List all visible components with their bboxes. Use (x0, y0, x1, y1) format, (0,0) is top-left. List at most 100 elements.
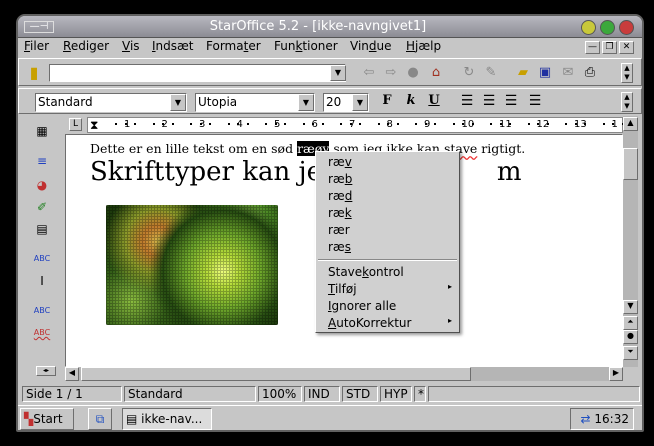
network-icon[interactable]: ⇄ (581, 412, 591, 426)
doc-minimize-button[interactable]: — (585, 41, 600, 54)
align-center-button[interactable]: ☰ (479, 93, 499, 109)
menu-funktioner[interactable]: Funktioner (274, 39, 338, 53)
form-functions-icon[interactable]: ▤ (32, 219, 52, 239)
window-menu-icon[interactable]: —⊣ (24, 21, 54, 33)
vertical-scrollbar[interactable]: ▲ ▼ ⏶ ● ⏷ (623, 116, 638, 367)
reload-icon[interactable]: ↻ (460, 64, 478, 82)
menu-item-stavekontrol[interactable]: Stavekontrol (328, 265, 452, 279)
menu-item-tilfoej[interactable]: Tilføj ▸ (328, 282, 452, 296)
chevron-down-icon[interactable]: ▼ (352, 94, 368, 111)
chevron-down-icon[interactable]: ▼ (170, 94, 186, 111)
menu-item-ignorer-alle[interactable]: Ignorer alle (328, 299, 452, 313)
save-icon[interactable]: ▣ (536, 64, 554, 82)
text-segment: rigtigt. (477, 141, 526, 156)
title-bar[interactable]: —⊣ StarOffice 5.2 - [ikke-navngivet1] (18, 16, 642, 38)
underline-button[interactable]: U (424, 93, 444, 108)
align-left-button[interactable]: ☰ (457, 93, 477, 109)
status-zoom[interactable]: 100% (258, 386, 302, 402)
scroll-right-arrow[interactable]: ▶ (609, 367, 623, 381)
desktop-icon[interactable]: ⧉ (88, 408, 112, 430)
start-label: Start (33, 412, 63, 426)
function-toolbar: ▮ ▼ ⇦ ⇨ ● ⌂ ↻ ✎ ▰ ▣ ✉ ⎙ ▲ ▼ (18, 58, 642, 86)
find-replace-icon[interactable]: ABC (32, 249, 52, 269)
open-icon[interactable]: ▰ (514, 64, 532, 82)
scroll-up-arrow[interactable]: ▲ (623, 117, 638, 131)
home-icon[interactable]: ⌂ (427, 64, 445, 82)
ruler-dot (396, 123, 399, 125)
print-icon[interactable]: ⎙ (581, 64, 599, 82)
italic-button[interactable]: k (401, 93, 421, 108)
draw-functions-icon[interactable]: ✐ (32, 197, 52, 217)
horizontal-scrollbar[interactable]: ◀ ▶ (65, 367, 623, 381)
horizontal-ruler[interactable]: L ⧗ 1 2 3 4 5 6 7 8 9 10 11 12 13 1 (65, 116, 624, 134)
justify-button[interactable]: ☰ (525, 93, 545, 109)
menu-hjaelp[interactable]: Hjælp (406, 39, 441, 53)
heading-text: Skrifttyper kan jeg (90, 157, 347, 187)
insert-fields-icon[interactable]: ≡ (32, 151, 52, 171)
text-cursor-icon[interactable]: I (32, 271, 52, 291)
bold-button[interactable]: F (377, 93, 397, 108)
tab-stop-icon[interactable]: L (69, 118, 82, 131)
ruler-dot (574, 123, 577, 125)
align-right-button[interactable]: ☰ (501, 93, 521, 109)
next-page-icon[interactable]: ⏷ (623, 346, 638, 360)
open-folder-icon[interactable]: ▮ (25, 64, 43, 82)
submenu-arrow-icon: ▸ (447, 316, 452, 325)
suggestion-item[interactable]: rær (328, 223, 452, 237)
menu-filer[interactable]: Filer (24, 39, 49, 53)
insert-table-icon[interactable]: ▦ (32, 121, 52, 141)
start-button[interactable]: ▚Start (20, 408, 74, 430)
spellcheck-icon[interactable]: ABC (32, 301, 52, 321)
ruler-dot (115, 123, 118, 125)
font-size-select[interactable]: 20 ▼ (323, 93, 369, 112)
back-arrow-icon[interactable]: ⇦ (360, 64, 378, 82)
insert-object-icon[interactable]: ◕ (32, 175, 52, 195)
ruler-dot (584, 123, 587, 125)
stop-icon[interactable]: ● (404, 64, 422, 82)
url-dropdown-arrow[interactable]: ▼ (330, 65, 346, 81)
menu-vis[interactable]: Vis (122, 39, 140, 53)
edit-file-icon[interactable]: ✎ (482, 64, 500, 82)
previous-page-icon[interactable]: ⏶ (623, 316, 638, 330)
suggestion-item[interactable]: ræd (328, 189, 452, 203)
status-hyperlink-mode[interactable]: HYP (380, 386, 412, 402)
suggestion-item[interactable]: ræb (328, 172, 452, 186)
scroll-down-arrow[interactable]: ▼ (623, 300, 638, 314)
suggestion-item[interactable]: ræs (328, 240, 452, 254)
indent-marker-icon[interactable]: ⧗ (90, 118, 98, 132)
menu-indsaet[interactable]: Indsæt (152, 39, 194, 53)
mail-icon[interactable]: ✉ (559, 64, 577, 82)
menu-vindue[interactable]: Vindue (350, 39, 392, 53)
suggestion-item[interactable]: ræk (328, 206, 452, 220)
forward-arrow-icon[interactable]: ⇨ (382, 64, 400, 82)
ruler-dot (134, 123, 137, 125)
toolbar-scroll-button[interactable]: ▲ ▼ (621, 92, 633, 112)
hscroll-thumb[interactable] (81, 367, 471, 381)
scroll-left-arrow[interactable]: ◀ (65, 367, 79, 381)
close-light-icon[interactable] (619, 20, 634, 35)
ruler-dot (359, 123, 362, 125)
status-selection-mode[interactable]: STD (342, 386, 378, 402)
navigation-icon[interactable]: ● (623, 330, 638, 344)
task-button[interactable]: ▤ ikke-nav... (122, 408, 212, 430)
auto-spellcheck-icon[interactable]: ABC (32, 323, 52, 343)
toolbar-scroll-button[interactable]: ◂▸ (36, 366, 56, 376)
doc-restore-button[interactable]: ❐ (602, 41, 617, 54)
ruler-dot (537, 123, 540, 125)
menu-item-autokorrektur[interactable]: AutoKorrektur ▸ (328, 316, 452, 330)
font-name-select[interactable]: Utopia ▼ (195, 93, 315, 112)
menu-rediger[interactable]: Rediger (63, 39, 109, 53)
ruler-dot (246, 123, 249, 125)
menu-formater[interactable]: Formater (206, 39, 261, 53)
doc-close-button[interactable]: ✕ (619, 41, 634, 54)
paragraph-style-select[interactable]: Standard ▼ (35, 93, 187, 112)
scroll-thumb[interactable] (623, 148, 638, 180)
maximize-light-icon[interactable] (600, 20, 615, 35)
chevron-down-icon[interactable]: ▼ (298, 94, 314, 111)
status-insert-mode[interactable]: IND (304, 386, 340, 402)
toolbar-scroll-button[interactable]: ▲ ▼ (621, 63, 633, 83)
suggestion-item[interactable]: ræv (328, 155, 452, 169)
minimize-light-icon[interactable] (581, 20, 596, 35)
url-input[interactable] (49, 64, 346, 82)
ruler-dot (227, 123, 230, 125)
